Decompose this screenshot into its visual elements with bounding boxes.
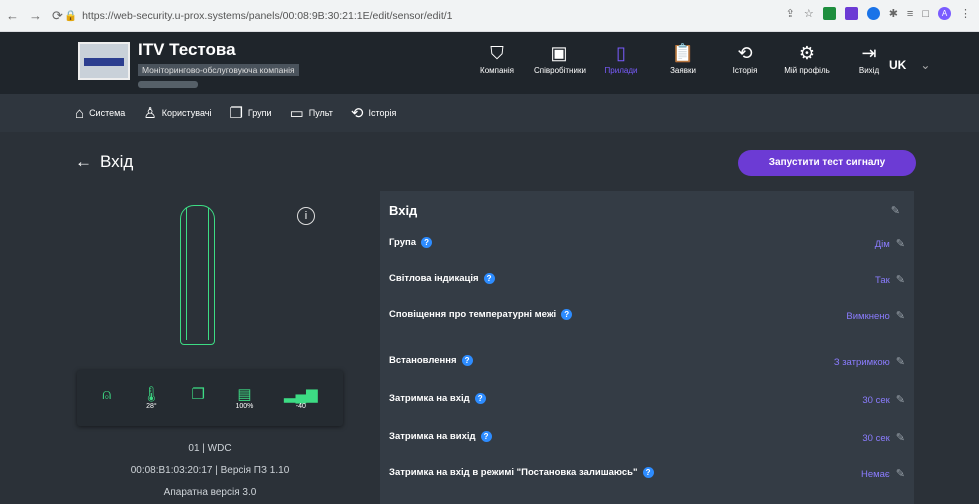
share-icon[interactable]: ⇪ xyxy=(786,7,795,20)
subnav-groups[interactable]: ❐ Групи xyxy=(229,104,271,122)
browser-nav: ← → ⟳ xyxy=(6,8,63,24)
edit-pencil-icon[interactable]: ✎ xyxy=(896,310,905,322)
company-logo xyxy=(78,42,130,80)
back-arrow-icon[interactable]: ← xyxy=(6,8,19,24)
page-title: Вхід xyxy=(100,152,134,171)
device-model: 01 | WDC xyxy=(188,443,232,454)
company-type: Моніторингово-обслуговуюча компанія xyxy=(138,64,299,76)
help-icon[interactable]: ? xyxy=(474,393,486,404)
help-icon[interactable]: ? xyxy=(642,467,654,478)
menu-icon[interactable]: ⋮ xyxy=(960,7,971,20)
reload-icon[interactable]: ⟳ xyxy=(52,8,63,24)
info-icon[interactable]: i xyxy=(297,207,315,225)
setting-row-entry-delay-stay-mode[interactable]: Затримка на вхід в режимі "Постановка за… xyxy=(389,467,905,480)
company-name: ITV Тестова xyxy=(138,40,236,59)
device-image xyxy=(180,205,215,345)
chevron-down-icon: ⌄ xyxy=(920,58,931,72)
extension-icon[interactable] xyxy=(822,7,836,20)
nav-history[interactable]: ⟲ Історія xyxy=(720,40,770,75)
company-block: ITV Тестова Моніторингово-обслуговуюча к… xyxy=(138,40,299,88)
extension-icon[interactable] xyxy=(844,7,858,20)
history-icon: ⟲ xyxy=(737,43,753,63)
back-arrow-icon: ← xyxy=(75,152,92,171)
main-nav: ⛉ Компанія ▣ Співробітники ▯ Прилади 📋 З… xyxy=(472,40,906,75)
user-gear-icon: ⚙ xyxy=(798,43,816,63)
logout-icon: ⇥ xyxy=(861,43,877,63)
monitor-icon: ▭ xyxy=(289,105,304,122)
help-icon[interactable]: ? xyxy=(421,237,433,248)
list-icon[interactable]: ≡ xyxy=(907,8,913,20)
edit-pencil-icon[interactable]: ✎ xyxy=(896,468,905,480)
url-text: https://web-security.u-prox.systems/pane… xyxy=(82,10,453,22)
puzzle-icon[interactable]: ✱ xyxy=(889,7,898,20)
forward-arrow-icon[interactable]: → xyxy=(29,8,42,24)
signal-icon: ▂▄▆ -40 xyxy=(283,386,318,410)
alarm-bell-icon: ⍝ xyxy=(102,385,112,403)
subnav-system[interactable]: ⌂ Система xyxy=(75,105,125,122)
language-selector[interactable]: UK ⌄ xyxy=(889,58,930,72)
shield-icon: ⛉ xyxy=(490,43,504,63)
company-email-blurred xyxy=(138,81,198,88)
setting-row-exit-delay[interactable]: Затримка на вихід? 30 сек ✎ xyxy=(389,431,905,444)
window-icon[interactable]: □ xyxy=(922,8,929,20)
edit-pencil-icon[interactable]: ✎ xyxy=(885,201,900,219)
home-icon: ⌂ xyxy=(75,104,85,122)
panel-title: Вхід xyxy=(389,203,418,218)
help-icon[interactable]: ? xyxy=(561,309,573,320)
groups-icon: ❐ xyxy=(229,105,243,122)
tamper-icon: ❐ xyxy=(191,386,205,403)
settings-panel: Вхід ✎ Група? Дім ✎ Світлова індикація? Т… xyxy=(380,191,914,504)
device-icon: ▯ xyxy=(616,43,626,63)
nav-profile[interactable]: ⚙ Мій профіль xyxy=(782,40,832,75)
setting-row-entry-delay[interactable]: Затримка на вхід? 30 сек ✎ xyxy=(389,393,905,406)
run-signal-test-button[interactable]: Запустити тест сигналу xyxy=(738,150,916,176)
address-bar[interactable]: 🔒 https://web-security.u-prox.systems/pa… xyxy=(64,7,784,25)
nav-company[interactable]: ⛉ Компанія xyxy=(472,40,522,75)
nav-requests[interactable]: 📋 Заявки xyxy=(658,40,708,75)
browser-toolbar: ← → ⟳ 🔒 https://web-security.u-prox.syst… xyxy=(0,0,979,32)
nav-devices[interactable]: ▯ Прилади xyxy=(596,40,646,75)
setting-row-installation[interactable]: Встановлення? З затримкою ✎ xyxy=(389,355,905,368)
edit-pencil-icon[interactable]: ✎ xyxy=(896,274,905,286)
subnav-console[interactable]: ▭ Пульт xyxy=(290,104,333,122)
back-button[interactable]: ← Вхід xyxy=(75,152,133,172)
help-icon[interactable]: ? xyxy=(483,273,495,284)
setting-row-temperature-alerts[interactable]: Сповіщення про температурні межі? Вимкне… xyxy=(389,309,905,322)
history-icon: ⟲ xyxy=(350,105,364,122)
thermometer-icon: 🌡 28° xyxy=(141,386,161,410)
help-icon[interactable]: ? xyxy=(461,355,473,366)
edit-pencil-icon[interactable]: ✎ xyxy=(896,394,905,406)
subnav-users[interactable]: ♙ Користувачі xyxy=(143,104,211,122)
sub-nav: ⌂ Система ♙ Користувачі ❐ Групи ▭ Пульт ⟲ Іст… xyxy=(0,94,979,132)
browser-extensions: ⇪ ☆ ✱ ≡ □ A ⋮ xyxy=(786,7,971,20)
nav-logout[interactable]: ⇥ Вихід xyxy=(844,40,894,75)
device-firmware: 00:08:B1:03:20:17 | Версія ПЗ 1.10 xyxy=(130,465,290,476)
star-icon[interactable]: ☆ xyxy=(804,7,814,20)
id-card-icon: ▣ xyxy=(550,43,568,63)
setting-row-group[interactable]: Група? Дім ✎ xyxy=(389,237,905,250)
profile-avatar[interactable]: A xyxy=(938,7,951,20)
battery-icon: ▤ 100% xyxy=(235,386,254,410)
top-bar: ITV Тестова Моніторингово-обслуговуюча к… xyxy=(0,32,979,94)
user-icon: ♙ xyxy=(143,105,157,122)
device-hardware: Апаратна версія 3.0 xyxy=(163,487,257,498)
device-status-bar: ⍝ 🌡 28° ❐ ▤ 100% ▂▄▆ -40 xyxy=(77,370,343,426)
clipboard-icon: 📋 xyxy=(671,43,695,63)
extension-icon[interactable] xyxy=(866,7,880,20)
edit-pencil-icon[interactable]: ✎ xyxy=(896,238,905,250)
subnav-history[interactable]: ⟲ Історія xyxy=(351,104,396,122)
help-icon[interactable]: ? xyxy=(480,431,492,442)
edit-pencil-icon[interactable]: ✎ xyxy=(896,356,905,368)
nav-employees[interactable]: ▣ Співробітники xyxy=(534,40,586,75)
setting-row-light-indication[interactable]: Світлова індикація? Так ✎ xyxy=(389,273,905,286)
lock-icon: 🔒 xyxy=(64,10,78,22)
edit-pencil-icon[interactable]: ✎ xyxy=(896,432,905,444)
